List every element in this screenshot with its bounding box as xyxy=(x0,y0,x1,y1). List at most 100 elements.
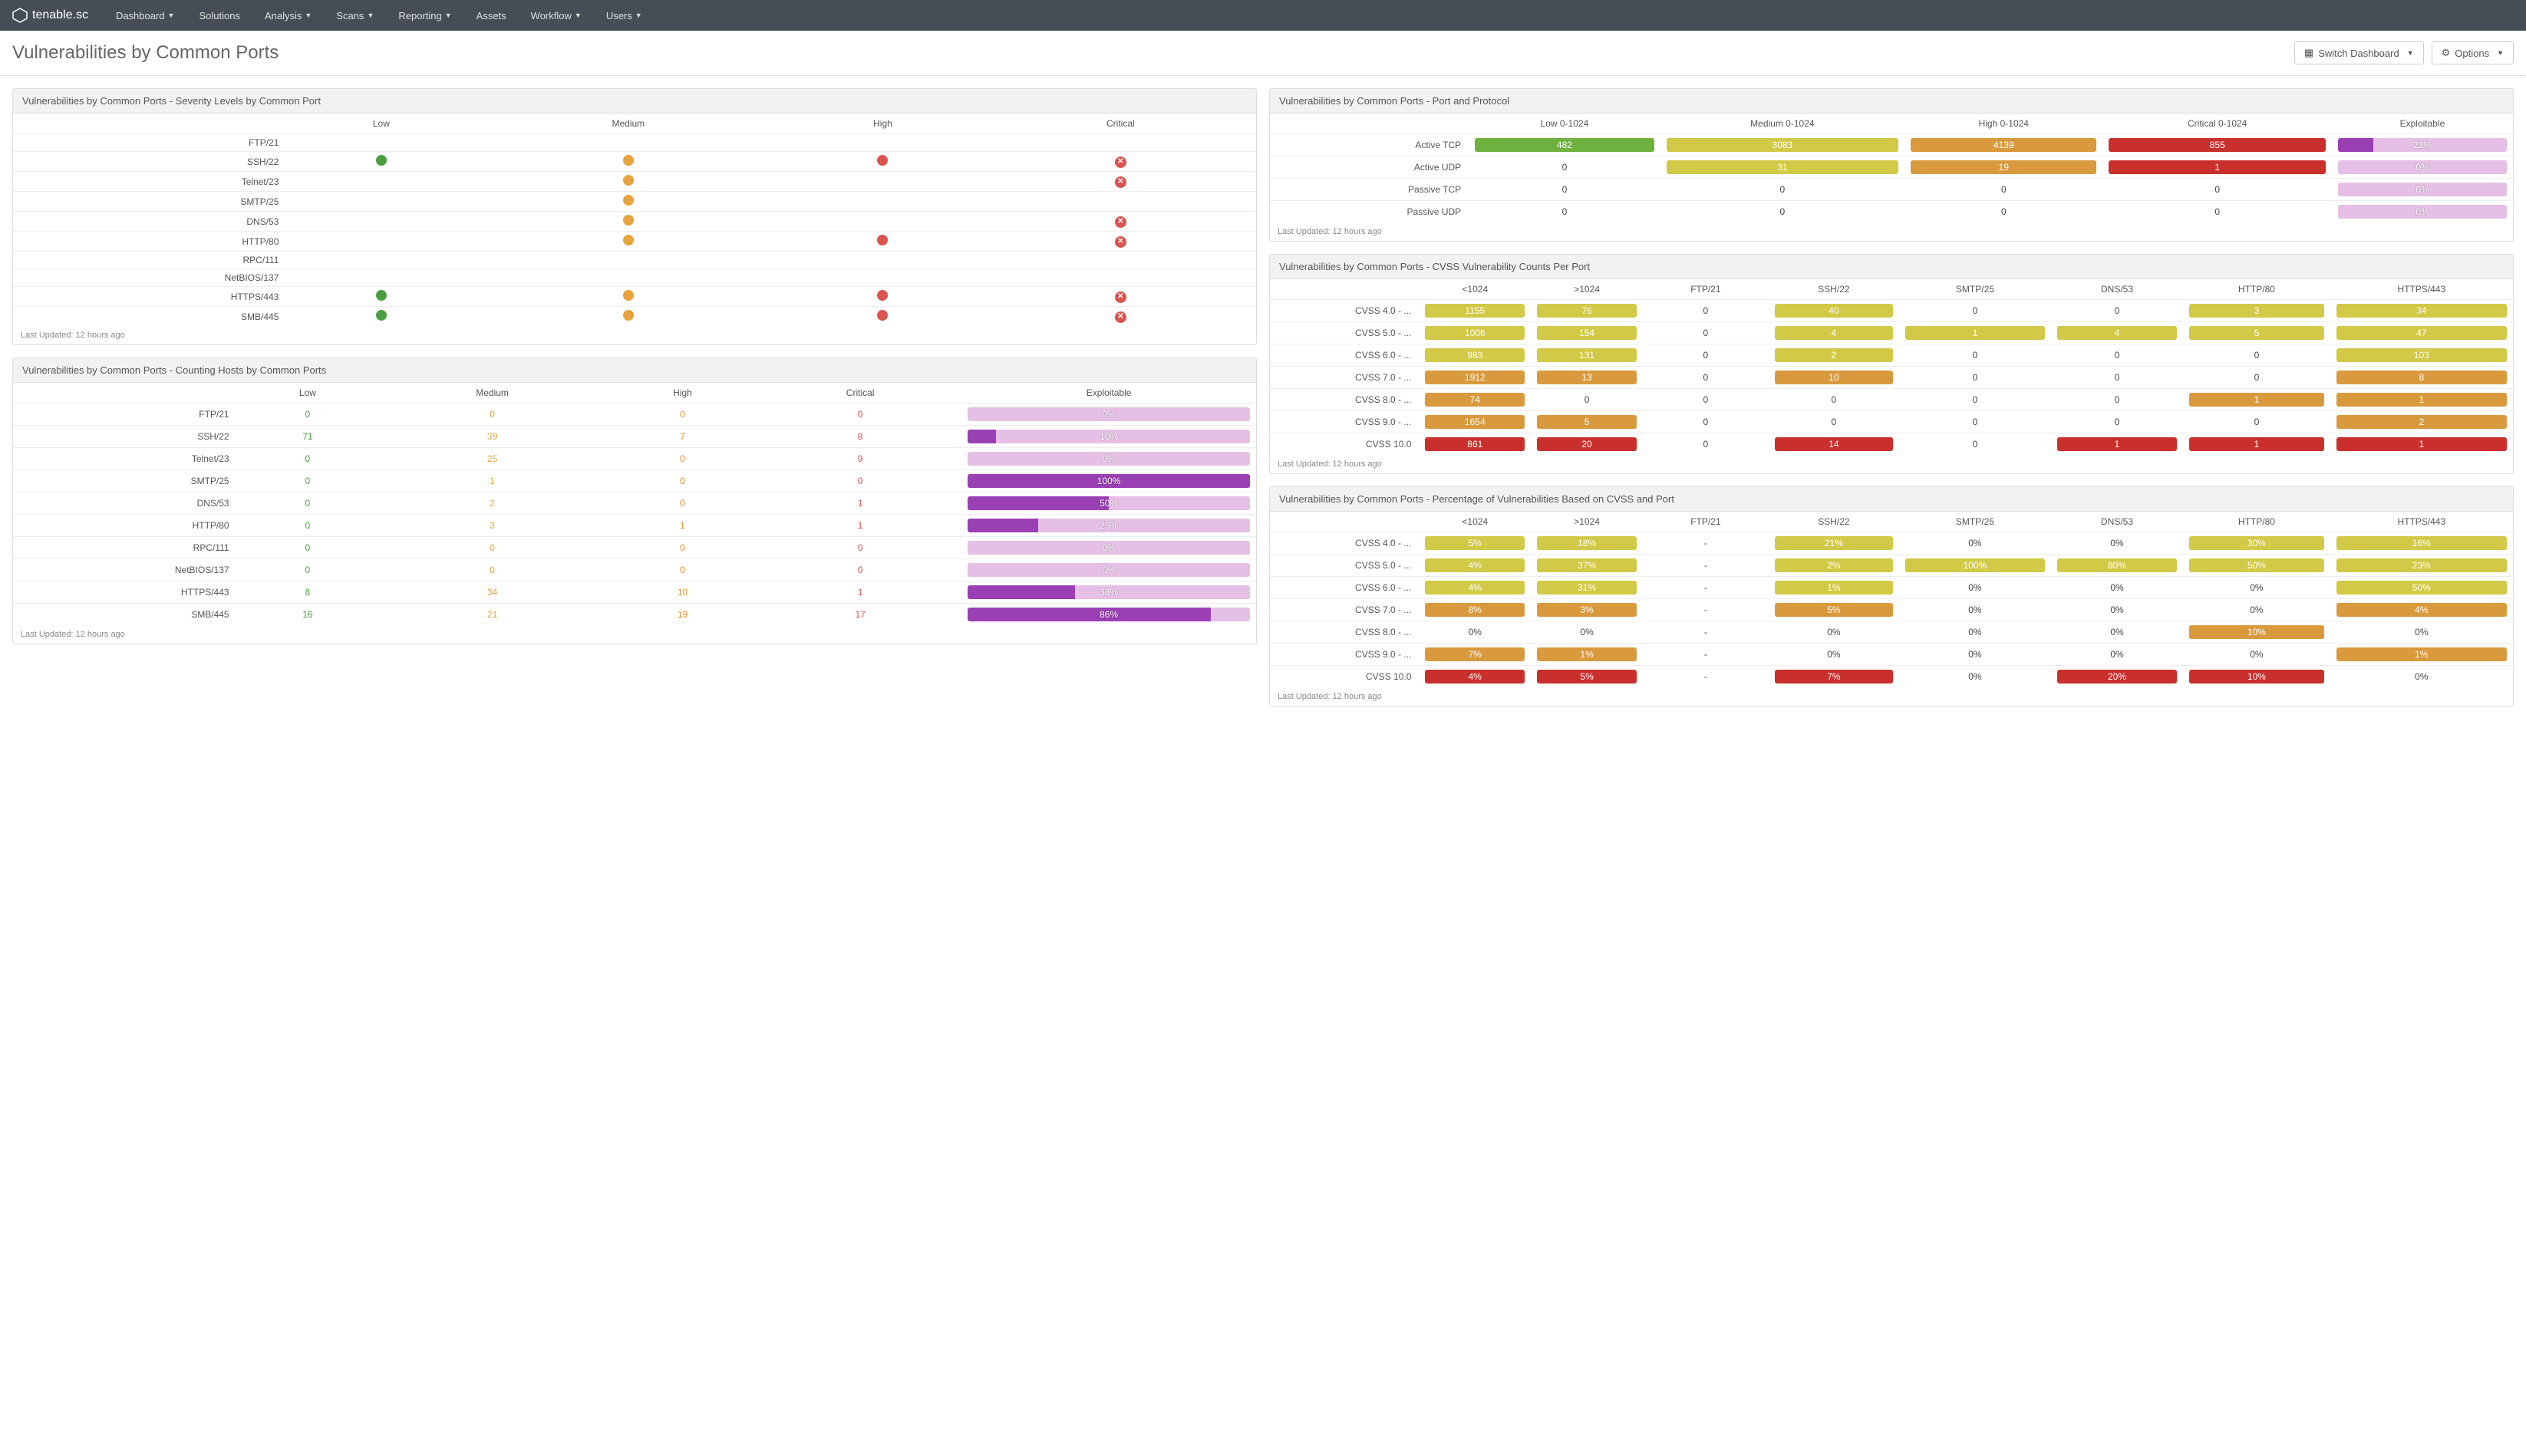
pill-cell[interactable]: 0 xyxy=(1899,367,2051,389)
pill-cell[interactable]: 4% xyxy=(2330,599,2513,621)
count-cell[interactable]: 0 xyxy=(237,537,379,559)
pill-cell[interactable]: 0 xyxy=(2051,367,2183,389)
pill-cell[interactable]: 76 xyxy=(1531,300,1643,322)
pill-cell[interactable]: 0 xyxy=(1899,411,2051,433)
count-cell[interactable]: 8 xyxy=(237,581,379,604)
exploitable-cell[interactable]: 86% xyxy=(961,604,1256,626)
exploitable-cell[interactable]: 10% xyxy=(961,426,1256,448)
count-cell[interactable]: 21 xyxy=(378,604,606,626)
nav-reporting[interactable]: Reporting▼ xyxy=(386,0,463,31)
pill-cell[interactable]: - xyxy=(1643,644,1769,666)
count-cell[interactable]: 71 xyxy=(237,426,379,448)
pill-cell[interactable]: 21% xyxy=(1769,532,1899,555)
options-button[interactable]: Options ▼ xyxy=(2432,41,2514,64)
pill-cell[interactable]: 0% xyxy=(1769,644,1899,666)
pill-cell[interactable]: 0% xyxy=(2183,644,2330,666)
pill-cell[interactable]: 0 xyxy=(1660,179,1904,201)
pill-cell[interactable]: 31% xyxy=(1531,577,1643,599)
exploitable-cell[interactable]: 0% xyxy=(2332,201,2513,223)
pill-cell[interactable]: 1 xyxy=(2183,389,2330,411)
pill-cell[interactable]: - xyxy=(1643,577,1769,599)
nav-assets[interactable]: Assets xyxy=(464,0,519,31)
count-cell[interactable]: 1 xyxy=(759,515,961,537)
pill-cell[interactable]: 0% xyxy=(2183,599,2330,621)
switch-dashboard-button[interactable]: Switch Dashboard ▼ xyxy=(2294,41,2424,64)
severity-dot-medium[interactable] xyxy=(623,235,634,245)
pill-cell[interactable]: - xyxy=(1643,555,1769,577)
brand-logo[interactable]: tenable.sc xyxy=(12,8,88,23)
pill-cell[interactable]: 0 xyxy=(2102,201,2331,223)
exploitable-cell[interactable]: 0% xyxy=(961,404,1256,426)
pill-cell[interactable]: 0 xyxy=(1643,322,1769,344)
pill-cell[interactable]: 4139 xyxy=(1904,134,2102,156)
count-cell[interactable]: 1 xyxy=(378,470,606,492)
count-cell[interactable]: 0 xyxy=(759,559,961,581)
exploitable-cell[interactable]: 0% xyxy=(2332,179,2513,201)
pill-cell[interactable]: 0 xyxy=(1643,433,1769,456)
pill-cell[interactable]: 0 xyxy=(1643,367,1769,389)
count-cell[interactable]: 0 xyxy=(237,559,379,581)
nav-analysis[interactable]: Analysis▼ xyxy=(252,0,324,31)
pill-cell[interactable]: 0 xyxy=(2051,389,2183,411)
pill-cell[interactable]: 0 xyxy=(1899,344,2051,367)
pill-cell[interactable]: 2 xyxy=(2330,411,2513,433)
pill-cell[interactable]: 47 xyxy=(2330,322,2513,344)
pill-cell[interactable]: 1 xyxy=(2183,433,2330,456)
count-cell[interactable]: 0 xyxy=(759,537,961,559)
pill-cell[interactable]: 1 xyxy=(2051,433,2183,456)
exploitable-cell[interactable]: 21% xyxy=(2332,134,2513,156)
pill-cell[interactable]: 0 xyxy=(2051,411,2183,433)
count-cell[interactable]: 1 xyxy=(759,492,961,515)
nav-solutions[interactable]: Solutions xyxy=(186,0,252,31)
pill-cell[interactable]: - xyxy=(1643,666,1769,688)
count-cell[interactable]: 0 xyxy=(759,470,961,492)
exploitable-cell[interactable]: 100% xyxy=(961,470,1256,492)
pill-cell[interactable]: 0 xyxy=(2051,300,2183,322)
pill-cell[interactable]: 23% xyxy=(2330,555,2513,577)
pill-cell[interactable]: 1% xyxy=(1531,644,1643,666)
pill-cell[interactable]: 5 xyxy=(1531,411,1643,433)
severity-dot-high[interactable] xyxy=(877,155,888,166)
count-cell[interactable]: 0 xyxy=(606,559,759,581)
pill-cell[interactable]: 1% xyxy=(2330,644,2513,666)
exploitable-cell[interactable]: 0% xyxy=(961,537,1256,559)
pill-cell[interactable]: 10 xyxy=(1769,367,1899,389)
pill-cell[interactable]: 861 xyxy=(1419,433,1531,456)
pill-cell[interactable]: 5 xyxy=(2183,322,2330,344)
count-cell[interactable]: 7 xyxy=(606,426,759,448)
severity-dot-low[interactable] xyxy=(376,155,387,166)
severity-dot-medium[interactable] xyxy=(623,175,634,186)
count-cell[interactable]: 1 xyxy=(606,515,759,537)
severity-critical-icon[interactable]: ✕ xyxy=(1115,176,1126,188)
severity-critical-icon[interactable]: ✕ xyxy=(1115,156,1126,168)
nav-scans[interactable]: Scans▼ xyxy=(324,0,386,31)
pill-cell[interactable]: 34 xyxy=(2330,300,2513,322)
count-cell[interactable]: 0 xyxy=(378,537,606,559)
count-cell[interactable]: 0 xyxy=(237,470,379,492)
pill-cell[interactable]: 30% xyxy=(2183,532,2330,555)
count-cell[interactable]: 0 xyxy=(606,404,759,426)
pill-cell[interactable]: 4% xyxy=(1419,577,1531,599)
pill-cell[interactable]: 3% xyxy=(1531,599,1643,621)
pill-cell[interactable]: 0% xyxy=(1531,621,1643,644)
pill-cell[interactable]: 0% xyxy=(2051,599,2183,621)
pill-cell[interactable]: 0% xyxy=(2051,621,2183,644)
pill-cell[interactable]: 13 xyxy=(1531,367,1643,389)
pill-cell[interactable]: 0 xyxy=(1769,389,1899,411)
pill-cell[interactable]: 0% xyxy=(2330,621,2513,644)
severity-dot-high[interactable] xyxy=(877,290,888,301)
pill-cell[interactable]: 10% xyxy=(2183,666,2330,688)
pill-cell[interactable]: 14 xyxy=(1769,433,1899,456)
severity-dot-medium[interactable] xyxy=(623,195,634,206)
severity-critical-icon[interactable]: ✕ xyxy=(1115,216,1126,228)
pill-cell[interactable]: - xyxy=(1643,599,1769,621)
nav-workflow[interactable]: Workflow▼ xyxy=(519,0,594,31)
exploitable-cell[interactable]: 0% xyxy=(961,559,1256,581)
count-cell[interactable]: 9 xyxy=(759,448,961,470)
pill-cell[interactable]: 1 xyxy=(2330,433,2513,456)
pill-cell[interactable]: 19 xyxy=(1904,156,2102,179)
pill-cell[interactable]: 0% xyxy=(1899,532,2051,555)
pill-cell[interactable]: 0 xyxy=(1899,389,2051,411)
pill-cell[interactable]: 2 xyxy=(1769,344,1899,367)
pill-cell[interactable]: 0 xyxy=(1904,179,2102,201)
